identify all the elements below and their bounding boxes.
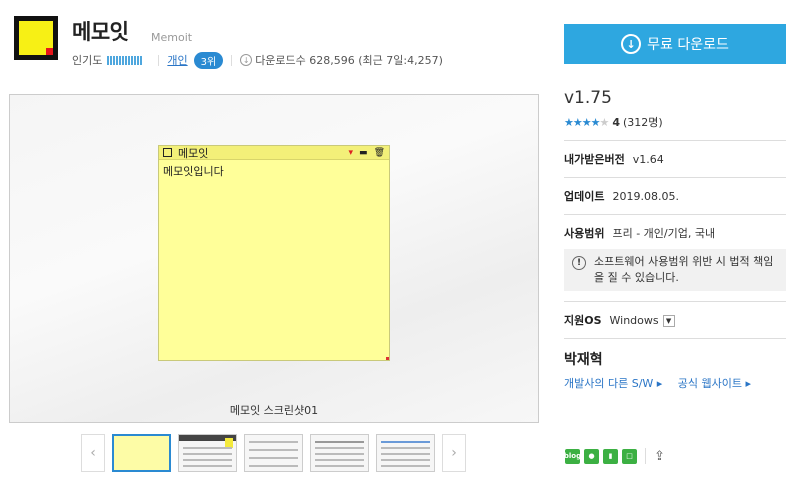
talk-icon[interactable]: ● — [584, 448, 599, 464]
thumbnail-1[interactable] — [112, 434, 171, 472]
thumb-next-button[interactable]: › — [442, 434, 466, 472]
thumbnail-strip: ‹ › — [81, 434, 466, 472]
free-download-button[interactable]: ↓ 무료 다운로드 — [564, 24, 786, 64]
usage-row: 사용범위 프리 - 개인/기업, 국내 — [564, 227, 716, 240]
share-out-icon[interactable]: ⇪ — [654, 449, 665, 464]
free-download-label: 무료 다운로드 — [647, 37, 729, 53]
note-icon[interactable]: □ — [622, 448, 637, 464]
usage-notice-text: 소프트웨어 사용범위 위반 시 법적 책임을 질 수 있습니다. — [594, 255, 774, 284]
os-dropdown-icon[interactable]: ▼ — [662, 315, 675, 327]
bookmark-icon[interactable]: ▮ — [603, 448, 618, 464]
downloaded-version-row: 내가받은버전 v1.64 — [564, 153, 664, 166]
rating-count: (312명) — [622, 116, 663, 129]
os-row: 지원OS Windows ▼ — [564, 312, 786, 328]
thumb-prev-button[interactable]: ‹ — [81, 434, 105, 472]
app-meta: 인기도 개인 3위 ↓ 다운로드수 628,596 (최근 7일:4,257) — [72, 51, 443, 69]
pin-icon: ▾ — [348, 147, 354, 158]
trash-icon: 🗑 — [373, 147, 385, 158]
download-circle-icon: ↓ — [621, 34, 642, 54]
popularity-bar — [107, 55, 143, 65]
usage-notice: ! 소프트웨어 사용범위 위반 시 법적 책임을 질 수 있습니다. — [564, 249, 786, 291]
thumbnail-5[interactable] — [376, 434, 435, 472]
screenshot-caption: 메모잇 스크린샷01 — [229, 404, 319, 417]
developer-other-sw-link[interactable]: 개발사의 다른 S/W ▸ — [564, 377, 662, 390]
memo-icon — [163, 148, 172, 157]
download-count-icon: ↓ — [240, 54, 253, 66]
info-icon: ! — [572, 256, 586, 270]
thumbnail-4[interactable] — [310, 434, 369, 472]
rating-stars: ★★★★★ — [564, 115, 609, 129]
memo-window: 메모잇 ▾ ▬ 🗑 메모잇입니다 — [158, 145, 390, 361]
memo-window-title: 메모잇 — [178, 146, 209, 160]
details-panel: v1.75 ★★★★★ 4 (312명) 내가받은버전 v1.64 업데이트 201… — [564, 88, 786, 391]
rating: ★★★★★ 4 (312명) — [564, 114, 786, 130]
download-count: 다운로드수 628,596 (최근 7일:4,257) — [255, 54, 443, 67]
memo-titlebar: 메모잇 ▾ ▬ 🗑 — [159, 146, 389, 160]
update-row: 업데이트 2019.08.05. — [564, 190, 679, 203]
category-link[interactable]: 개인 — [167, 52, 187, 68]
official-website-link[interactable]: 공식 웹사이트 ▸ — [678, 377, 751, 390]
version: v1.75 — [564, 88, 612, 108]
developer-name: 박재혁 — [564, 352, 603, 368]
thumbnail-3[interactable] — [244, 434, 303, 472]
share-bar: blog ● ▮ □ ⇪ — [564, 448, 665, 464]
rank-badge[interactable]: 3위 — [193, 51, 224, 69]
rating-value: 4 — [612, 115, 620, 129]
screenshot-viewer[interactable]: 메모잇 ▾ ▬ 🗑 메모잇입니다 메모잇 스크린샷01 — [9, 94, 539, 423]
app-icon — [14, 16, 58, 60]
thumbnail-2[interactable] — [178, 434, 237, 472]
memo-content: 메모잇입니다 — [163, 165, 224, 178]
app-title: 메모잇 — [72, 20, 129, 44]
app-title-en: Memoit — [151, 31, 193, 44]
minimize-icon: ▬ — [359, 147, 368, 158]
popularity-label: 인기도 — [72, 54, 103, 67]
blog-icon[interactable]: blog — [564, 448, 581, 464]
